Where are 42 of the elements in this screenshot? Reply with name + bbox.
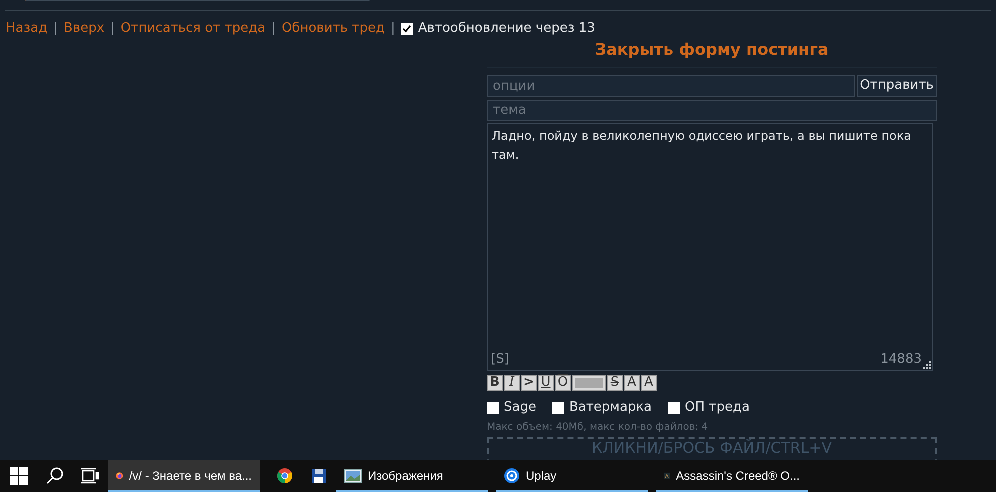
separator: | bbox=[54, 20, 58, 38]
separator: | bbox=[390, 20, 396, 38]
taskbar-window-button[interactable]: Assassin's Creed® O... bbox=[656, 460, 808, 492]
browser-icon bbox=[277, 468, 293, 484]
nav-link[interactable]: Вверх bbox=[64, 20, 105, 38]
format-button[interactable]: > bbox=[521, 375, 537, 391]
checkbox[interactable] bbox=[487, 402, 499, 414]
file-limits-text: Макс объем: 40Мб, макс кол-во файлов: 4 bbox=[487, 420, 710, 434]
nav-link[interactable]: Назад bbox=[6, 20, 48, 38]
checkbox[interactable] bbox=[401, 23, 414, 35]
format-button[interactable]: A bbox=[624, 375, 640, 391]
nav-link[interactable]: Отписаться от треда bbox=[120, 20, 266, 38]
separator: | bbox=[110, 20, 115, 38]
checkbox-label: Sage bbox=[504, 399, 536, 417]
close-form-link[interactable]: Закрыть форму постинга bbox=[595, 39, 829, 61]
taskbar-window-button[interactable]: Изображения bbox=[336, 460, 488, 492]
swirl-icon bbox=[504, 468, 520, 484]
format-button[interactable]: S bbox=[607, 375, 623, 391]
resize-handle-icon[interactable] bbox=[923, 361, 931, 369]
format-button[interactable]: O bbox=[555, 375, 571, 391]
checkbox[interactable] bbox=[552, 402, 564, 414]
nav-link[interactable]: Обновить тред bbox=[282, 20, 385, 38]
image-viewer-icon bbox=[344, 469, 362, 483]
checkbox-label: Ватермарка bbox=[569, 399, 652, 417]
taskbar-window-button[interactable]: /v/ - Знаете в чем ва... bbox=[108, 460, 260, 492]
subject-field[interactable]: тема bbox=[487, 100, 937, 121]
checkbox-label: ОП треда bbox=[685, 399, 750, 417]
submit-button[interactable]: Отправить bbox=[857, 75, 937, 97]
options-field[interactable]: опции bbox=[487, 75, 855, 97]
format-button[interactable]: B bbox=[487, 375, 503, 391]
format-button[interactable]: U bbox=[538, 375, 554, 391]
autoupdate-label: Автообновление через 13 bbox=[418, 20, 596, 38]
message-field[interactable]: Ладно, пойду в великолепную одиссею играть, а вы пишите пока там. [S] 14883 bbox=[487, 123, 933, 371]
dropzone-label: КЛИКНИ/БРОСЬ ФАЙЛ/CTRL+V bbox=[592, 440, 832, 458]
taskbar-window-button[interactable]: Uplay bbox=[496, 460, 648, 492]
character-counter: 14883 bbox=[880, 350, 922, 368]
sage-tag[interactable]: [S] bbox=[491, 350, 510, 369]
message-text: Ладно, пойду в великолепную одиссею играть, а вы пишите пока там. bbox=[491, 128, 912, 164]
separator: | bbox=[272, 20, 276, 38]
checkbox[interactable] bbox=[668, 402, 680, 414]
format-button[interactable]: I bbox=[504, 375, 520, 391]
format-button[interactable]: A bbox=[641, 375, 657, 391]
